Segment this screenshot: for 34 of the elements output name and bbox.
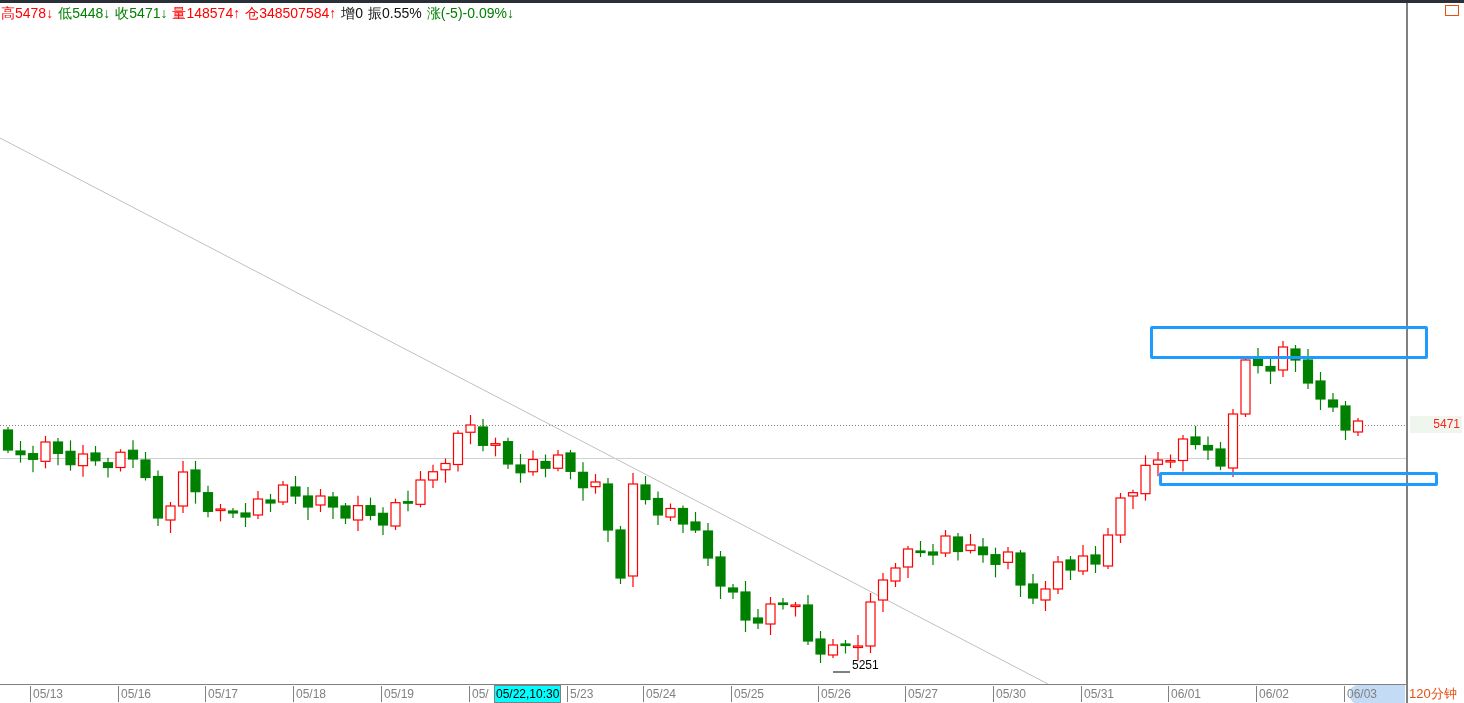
trend-line[interactable] xyxy=(0,137,1049,684)
quote-stat: 振0.55% xyxy=(368,4,422,23)
quote-stat: 仓348507584↑ xyxy=(245,4,337,23)
date-label: 06/03 xyxy=(1344,686,1378,702)
date-label: 05/31 xyxy=(1081,686,1115,702)
date-label: 05/19 xyxy=(381,686,415,702)
date-label: 05/17 xyxy=(205,686,239,702)
date-label: 06/01 xyxy=(1168,686,1202,702)
highlight-zone[interactable] xyxy=(1159,472,1438,486)
last-price-tag: 5471 xyxy=(1410,416,1462,433)
period-label[interactable]: 120分钟 xyxy=(1409,685,1457,702)
date-label: 05/16 xyxy=(118,686,152,702)
quote-stat: 增0 xyxy=(341,4,364,23)
quote-stat: 高5478↓ xyxy=(1,4,54,23)
date-label: 05/26 xyxy=(818,686,852,702)
date-label: 5/23 xyxy=(567,686,594,702)
date-label: 05/24 xyxy=(643,686,677,702)
quote-stat: 低5448↓ xyxy=(58,4,111,23)
layout-icon[interactable] xyxy=(1445,5,1459,16)
date-label: 06/02 xyxy=(1256,686,1290,702)
date-label: 05/ xyxy=(469,686,489,702)
quote-stat: 收5471↓ xyxy=(115,4,168,23)
crosshair-time-label: 05/22,10:30 xyxy=(494,685,562,703)
date-label: 05/30 xyxy=(993,686,1027,702)
date-label: 05/27 xyxy=(905,686,939,702)
date-label: 05/25 xyxy=(731,686,765,702)
quote-stat: 涨(-5)-0.09%↓ xyxy=(426,4,514,23)
date-label: 05/13 xyxy=(30,686,64,702)
highlight-zone[interactable] xyxy=(1150,326,1428,359)
date-label: 05/18 xyxy=(293,686,327,702)
horizontal-level-line[interactable] xyxy=(0,458,1406,459)
low-marker-line xyxy=(832,671,851,673)
low-price-label: 5251 xyxy=(852,657,879,674)
quote-stat: 量148574↑ xyxy=(172,4,241,23)
